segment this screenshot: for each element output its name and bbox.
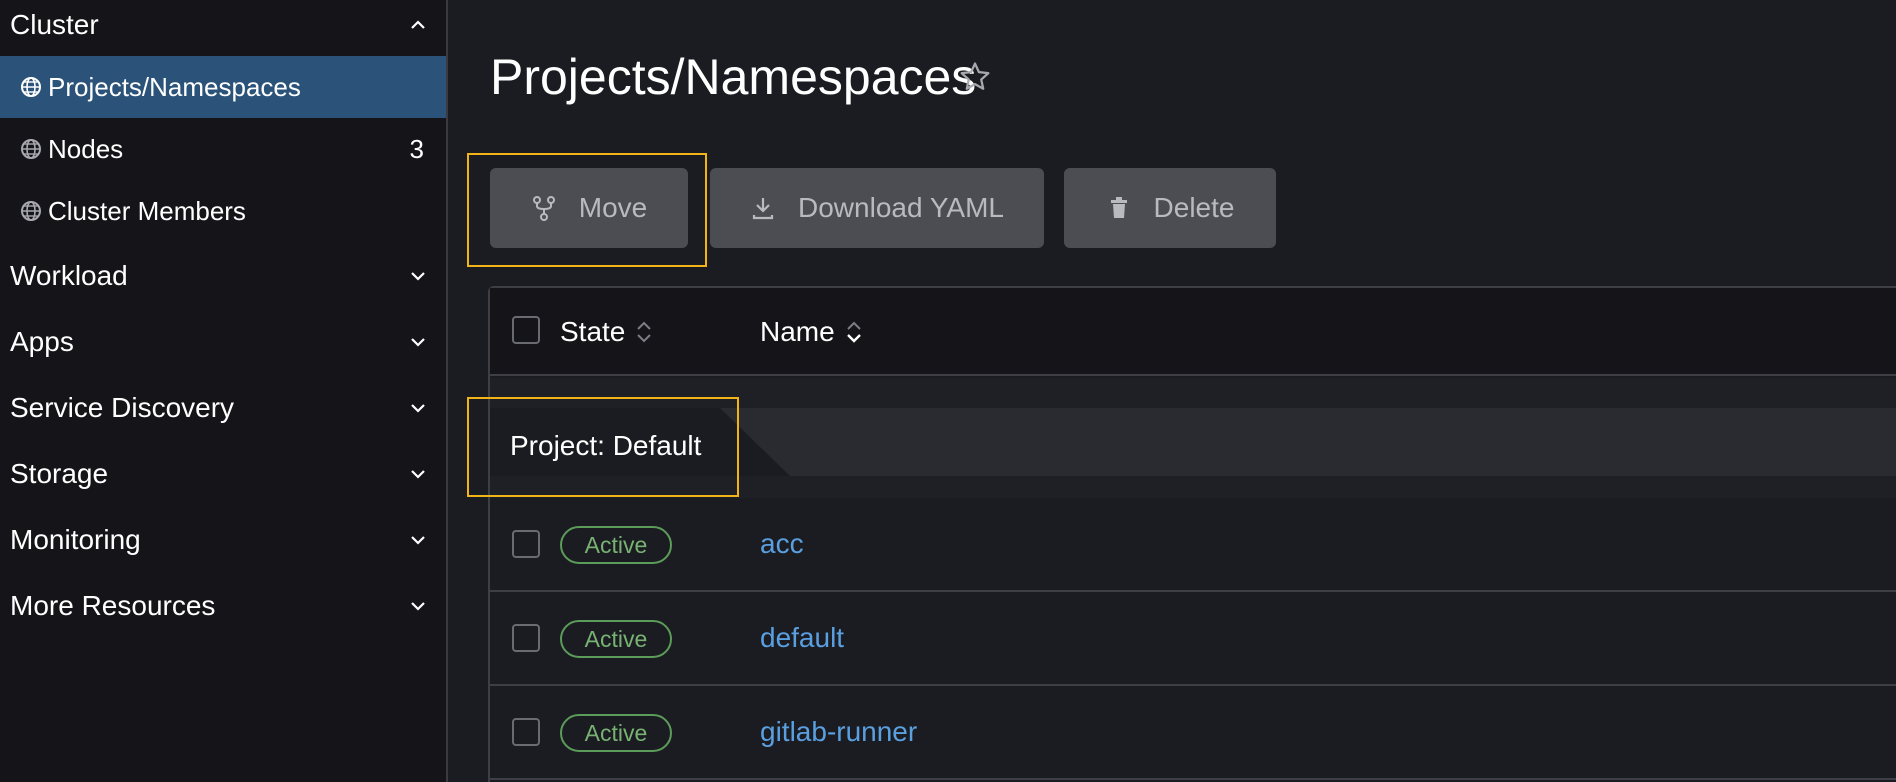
chevron-down-icon (408, 398, 428, 418)
globe-icon (20, 200, 42, 222)
table-row[interactable]: Active default (490, 592, 1896, 686)
table-header: State Name (490, 288, 1896, 376)
status-badge: Active (560, 620, 672, 658)
globe-icon (20, 138, 42, 160)
sidebar-group-label: Service Discovery (10, 392, 235, 423)
trash-icon (1106, 195, 1132, 221)
chevron-down-icon (408, 464, 428, 484)
sidebar-group-label: Apps (10, 326, 74, 357)
star-icon[interactable] (958, 60, 992, 94)
namespace-link[interactable]: gitlab-runner (760, 716, 917, 748)
globe-icon (20, 76, 42, 98)
download-yaml-button-label: Download YAML (798, 192, 1004, 223)
sidebar: Cluster Projects/Namespaces Nodes 3 Clus… (0, 0, 448, 782)
chevron-down-icon (408, 530, 428, 550)
namespaces-table: State Name Project: Default Active acc A… (488, 286, 1896, 782)
column-header-name[interactable]: Name (760, 316, 863, 348)
sort-icon (635, 318, 653, 346)
status-badge: Active (560, 526, 672, 564)
sidebar-item-cluster-members[interactable]: Cluster Members (0, 180, 446, 242)
sidebar-group-monitoring[interactable]: Monitoring (0, 515, 446, 565)
download-yaml-button[interactable]: Download YAML (710, 168, 1044, 248)
sidebar-group-workload[interactable]: Workload (0, 251, 446, 301)
group-label-highlight (467, 397, 739, 497)
move-button-highlight (467, 153, 707, 267)
sidebar-item-nodes[interactable]: Nodes 3 (0, 118, 446, 180)
page-title: Projects/Namespaces (490, 49, 977, 105)
download-icon (750, 195, 776, 221)
sidebar-item-count: 3 (409, 133, 424, 164)
sidebar-group-cluster[interactable]: Cluster (0, 0, 446, 50)
sidebar-group-service-discovery[interactable]: Service Discovery (0, 383, 446, 433)
sidebar-group-label: Workload (10, 260, 128, 291)
row-checkbox[interactable] (512, 624, 540, 652)
status-badge: Active (560, 714, 672, 752)
namespace-link[interactable]: default (760, 622, 844, 654)
sort-desc-icon (845, 318, 863, 346)
sidebar-group-apps[interactable]: Apps (0, 317, 446, 367)
sidebar-group-label: Monitoring (10, 524, 141, 555)
sidebar-item-label: Projects/Namespaces (48, 71, 301, 102)
column-header-state[interactable]: State (560, 316, 653, 348)
sidebar-group-label: Storage (10, 458, 109, 489)
sidebar-group-label: Cluster (10, 9, 99, 40)
row-checkbox[interactable] (512, 718, 540, 746)
sidebar-group-label: More Resources (10, 590, 216, 621)
delete-button[interactable]: Delete (1064, 168, 1276, 248)
chevron-down-icon (408, 332, 428, 352)
chevron-down-icon (408, 266, 428, 286)
table-row[interactable]: Active gitlab-runner (490, 686, 1896, 780)
row-checkbox[interactable] (512, 530, 540, 558)
main-content: Projects/Namespaces Move Download YAML D… (450, 0, 1896, 782)
select-all-checkbox[interactable] (512, 316, 540, 344)
delete-button-label: Delete (1153, 192, 1235, 223)
sidebar-group-more-resources[interactable]: More Resources (0, 581, 446, 631)
namespace-link[interactable]: acc (760, 528, 804, 560)
chevron-up-icon (408, 15, 428, 35)
table-row[interactable]: Active acc (490, 498, 1896, 592)
sidebar-item-projects-namespaces[interactable]: Projects/Namespaces (0, 56, 446, 118)
sidebar-group-storage[interactable]: Storage (0, 449, 446, 499)
sidebar-item-label: Cluster Members (48, 195, 246, 226)
chevron-down-icon (408, 596, 428, 616)
sidebar-item-label: Nodes (48, 133, 124, 164)
